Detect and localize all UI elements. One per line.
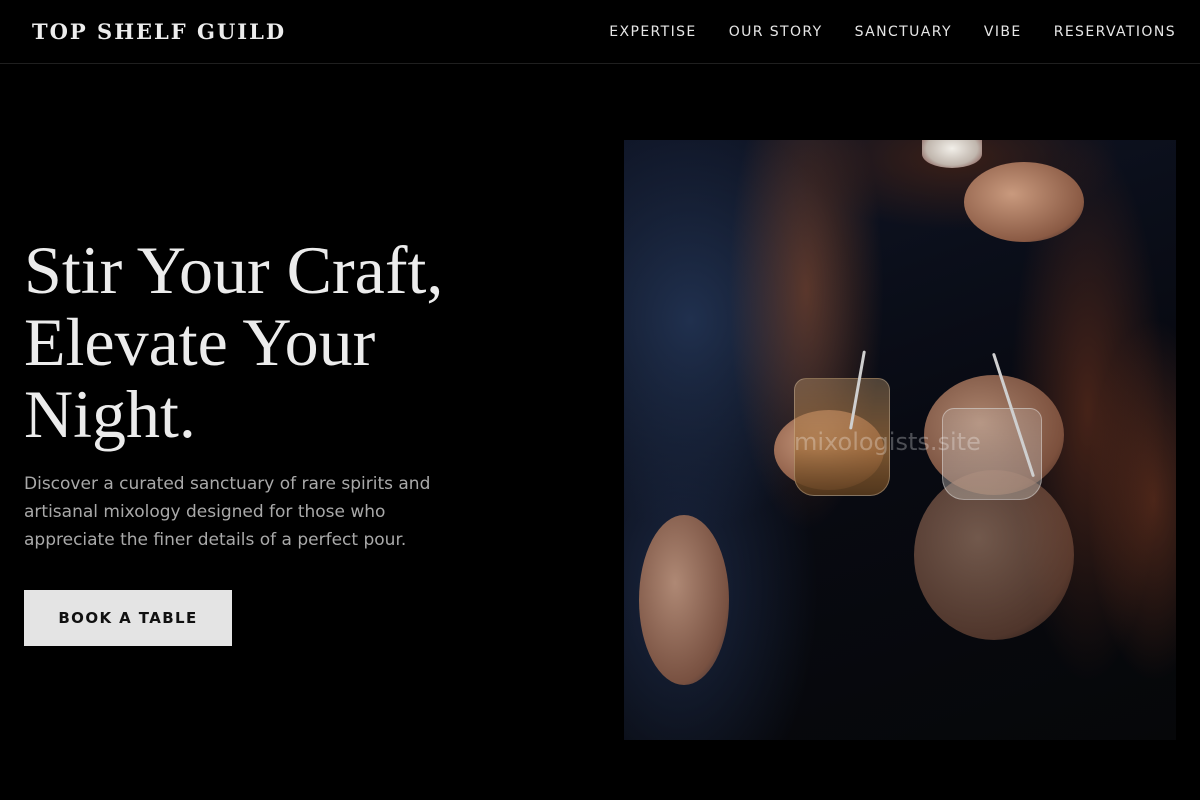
hero-heading-line-3: Night.	[24, 376, 196, 452]
hand-shape	[639, 515, 729, 685]
nav-link-our-story[interactable]: OUR STORY	[729, 24, 823, 40]
main-nav: EXPERTISE OUR STORY SANCTUARY VIBE RESER…	[609, 24, 1176, 40]
image-watermark: mixologists.site	[794, 428, 981, 456]
hand-shape	[964, 162, 1084, 242]
nav-link-sanctuary[interactable]: SANCTUARY	[855, 24, 952, 40]
smile-shape	[922, 140, 982, 168]
hero-text-block: Stir Your Craft, Elevate Your Night. Dis…	[24, 234, 584, 554]
hero-heading-line-2: Elevate Your	[24, 304, 376, 380]
hero-heading-line-1: Stir Your Craft,	[24, 232, 444, 308]
brand-logo[interactable]: TOP SHELF GUILD	[32, 19, 286, 44]
hero-photo: mixologists.site	[624, 140, 1176, 740]
nav-link-vibe[interactable]: VIBE	[984, 24, 1022, 40]
hero-subtitle: Discover a curated sanctuary of rare spi…	[24, 474, 431, 550]
nav-link-reservations[interactable]: RESERVATIONS	[1054, 24, 1176, 40]
nav-link-expertise[interactable]: EXPERTISE	[609, 24, 696, 40]
book-table-button[interactable]: BOOK A TABLE	[24, 590, 232, 646]
site-header: TOP SHELF GUILD EXPERTISE OUR STORY SANC…	[0, 0, 1200, 64]
hero-heading: Stir Your Craft, Elevate Your Night.	[24, 234, 584, 450]
